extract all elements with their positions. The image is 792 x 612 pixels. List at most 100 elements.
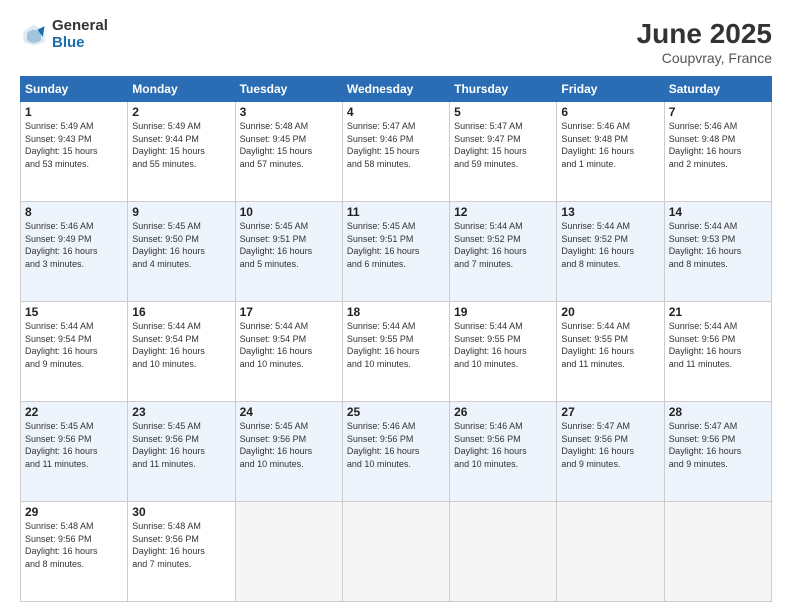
day-number: 19 [454,305,552,319]
cell-text: Sunrise: 5:44 AMSunset: 9:54 PMDaylight:… [240,320,338,370]
calendar-week-5: 29Sunrise: 5:48 AMSunset: 9:56 PMDayligh… [21,502,772,602]
calendar-cell: 6Sunrise: 5:46 AMSunset: 9:48 PMDaylight… [557,102,664,202]
day-number: 4 [347,105,445,119]
calendar-cell [450,502,557,602]
calendar-cell [342,502,449,602]
day-number: 30 [132,505,230,519]
calendar-cell [235,502,342,602]
calendar-cell: 17Sunrise: 5:44 AMSunset: 9:54 PMDayligh… [235,302,342,402]
calendar-cell: 16Sunrise: 5:44 AMSunset: 9:54 PMDayligh… [128,302,235,402]
cell-text: Sunrise: 5:44 AMSunset: 9:54 PMDaylight:… [25,320,123,370]
calendar-cell [664,502,771,602]
day-header-wednesday: Wednesday [342,77,449,102]
cell-text: Sunrise: 5:45 AMSunset: 9:50 PMDaylight:… [132,220,230,270]
calendar-cell: 21Sunrise: 5:44 AMSunset: 9:56 PMDayligh… [664,302,771,402]
day-number: 8 [25,205,123,219]
cell-text: Sunrise: 5:47 AMSunset: 9:56 PMDaylight:… [561,420,659,470]
day-number: 28 [669,405,767,419]
cell-text: Sunrise: 5:46 AMSunset: 9:49 PMDaylight:… [25,220,123,270]
day-number: 5 [454,105,552,119]
day-header-friday: Friday [557,77,664,102]
day-number: 3 [240,105,338,119]
calendar-week-1: 1Sunrise: 5:49 AMSunset: 9:43 PMDaylight… [21,102,772,202]
day-number: 18 [347,305,445,319]
day-number: 10 [240,205,338,219]
logo: General Blue [20,18,108,51]
cell-text: Sunrise: 5:49 AMSunset: 9:44 PMDaylight:… [132,120,230,170]
calendar-week-4: 22Sunrise: 5:45 AMSunset: 9:56 PMDayligh… [21,402,772,502]
calendar-cell: 11Sunrise: 5:45 AMSunset: 9:51 PMDayligh… [342,202,449,302]
title-block: June 2025 Coupvray, France [637,18,772,66]
day-number: 20 [561,305,659,319]
day-number: 1 [25,105,123,119]
calendar-cell: 3Sunrise: 5:48 AMSunset: 9:45 PMDaylight… [235,102,342,202]
calendar-cell: 28Sunrise: 5:47 AMSunset: 9:56 PMDayligh… [664,402,771,502]
calendar-cell: 22Sunrise: 5:45 AMSunset: 9:56 PMDayligh… [21,402,128,502]
cell-text: Sunrise: 5:44 AMSunset: 9:55 PMDaylight:… [347,320,445,370]
day-number: 14 [669,205,767,219]
calendar-cell: 12Sunrise: 5:44 AMSunset: 9:52 PMDayligh… [450,202,557,302]
calendar-cell: 1Sunrise: 5:49 AMSunset: 9:43 PMDaylight… [21,102,128,202]
calendar-cell: 18Sunrise: 5:44 AMSunset: 9:55 PMDayligh… [342,302,449,402]
day-header-tuesday: Tuesday [235,77,342,102]
calendar-cell: 10Sunrise: 5:45 AMSunset: 9:51 PMDayligh… [235,202,342,302]
day-number: 29 [25,505,123,519]
calendar-cell: 14Sunrise: 5:44 AMSunset: 9:53 PMDayligh… [664,202,771,302]
day-number: 16 [132,305,230,319]
cell-text: Sunrise: 5:47 AMSunset: 9:47 PMDaylight:… [454,120,552,170]
cell-text: Sunrise: 5:44 AMSunset: 9:55 PMDaylight:… [561,320,659,370]
day-number: 17 [240,305,338,319]
day-number: 26 [454,405,552,419]
cell-text: Sunrise: 5:44 AMSunset: 9:55 PMDaylight:… [454,320,552,370]
month-year: June 2025 [637,18,772,50]
cell-text: Sunrise: 5:48 AMSunset: 9:56 PMDaylight:… [25,520,123,570]
calendar-cell: 19Sunrise: 5:44 AMSunset: 9:55 PMDayligh… [450,302,557,402]
day-header-monday: Monday [128,77,235,102]
cell-text: Sunrise: 5:47 AMSunset: 9:46 PMDaylight:… [347,120,445,170]
day-number: 9 [132,205,230,219]
calendar-week-3: 15Sunrise: 5:44 AMSunset: 9:54 PMDayligh… [21,302,772,402]
cell-text: Sunrise: 5:46 AMSunset: 9:56 PMDaylight:… [454,420,552,470]
cell-text: Sunrise: 5:45 AMSunset: 9:51 PMDaylight:… [240,220,338,270]
logo-text: General Blue [52,18,108,51]
cell-text: Sunrise: 5:49 AMSunset: 9:43 PMDaylight:… [25,120,123,170]
day-number: 15 [25,305,123,319]
calendar-cell: 15Sunrise: 5:44 AMSunset: 9:54 PMDayligh… [21,302,128,402]
day-number: 24 [240,405,338,419]
day-header-sunday: Sunday [21,77,128,102]
calendar-cell: 9Sunrise: 5:45 AMSunset: 9:50 PMDaylight… [128,202,235,302]
logo-icon [20,21,48,49]
calendar-cell: 5Sunrise: 5:47 AMSunset: 9:47 PMDaylight… [450,102,557,202]
day-number: 6 [561,105,659,119]
cell-text: Sunrise: 5:44 AMSunset: 9:52 PMDaylight:… [561,220,659,270]
day-number: 2 [132,105,230,119]
calendar-header-row: SundayMondayTuesdayWednesdayThursdayFrid… [21,77,772,102]
day-number: 22 [25,405,123,419]
calendar-cell: 25Sunrise: 5:46 AMSunset: 9:56 PMDayligh… [342,402,449,502]
day-number: 27 [561,405,659,419]
calendar-cell: 13Sunrise: 5:44 AMSunset: 9:52 PMDayligh… [557,202,664,302]
cell-text: Sunrise: 5:47 AMSunset: 9:56 PMDaylight:… [669,420,767,470]
calendar-table: SundayMondayTuesdayWednesdayThursdayFrid… [20,76,772,602]
calendar-cell: 8Sunrise: 5:46 AMSunset: 9:49 PMDaylight… [21,202,128,302]
day-number: 11 [347,205,445,219]
calendar-cell: 27Sunrise: 5:47 AMSunset: 9:56 PMDayligh… [557,402,664,502]
cell-text: Sunrise: 5:45 AMSunset: 9:51 PMDaylight:… [347,220,445,270]
calendar-cell: 30Sunrise: 5:48 AMSunset: 9:56 PMDayligh… [128,502,235,602]
logo-blue-text: Blue [52,35,108,52]
day-number: 21 [669,305,767,319]
header: General Blue June 2025 Coupvray, France [20,18,772,66]
day-number: 7 [669,105,767,119]
calendar-cell: 7Sunrise: 5:46 AMSunset: 9:48 PMDaylight… [664,102,771,202]
calendar-cell: 20Sunrise: 5:44 AMSunset: 9:55 PMDayligh… [557,302,664,402]
logo-general-text: General [52,18,108,35]
page: General Blue June 2025 Coupvray, France … [0,0,792,612]
calendar-cell: 24Sunrise: 5:45 AMSunset: 9:56 PMDayligh… [235,402,342,502]
cell-text: Sunrise: 5:48 AMSunset: 9:56 PMDaylight:… [132,520,230,570]
cell-text: Sunrise: 5:46 AMSunset: 9:56 PMDaylight:… [347,420,445,470]
day-header-saturday: Saturday [664,77,771,102]
day-number: 23 [132,405,230,419]
day-header-thursday: Thursday [450,77,557,102]
cell-text: Sunrise: 5:46 AMSunset: 9:48 PMDaylight:… [561,120,659,170]
calendar-cell: 26Sunrise: 5:46 AMSunset: 9:56 PMDayligh… [450,402,557,502]
